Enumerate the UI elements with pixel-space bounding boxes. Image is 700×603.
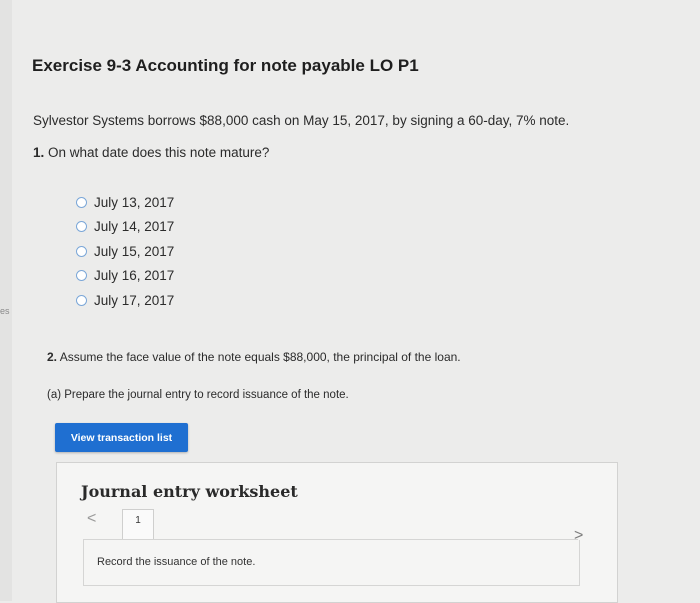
answer-option-1[interactable]: July 13, 2017 xyxy=(76,190,174,215)
exercise-title: Exercise 9-3 Accounting for note payable… xyxy=(32,56,419,75)
radio-button-icon[interactable] xyxy=(76,245,87,257)
answer-option-label: July 14, 2017 xyxy=(94,219,175,235)
worksheet-title: Journal entry worksheet xyxy=(81,482,298,501)
radio-button-icon[interactable] xyxy=(76,196,87,208)
answer-option-label: July 13, 2017 xyxy=(94,194,175,210)
question-2-text: Assume the face value of the note equals… xyxy=(59,350,461,364)
answer-option-label: July 16, 2017 xyxy=(94,268,175,284)
exercise-page: Exercise 9-3 Accounting for note payable… xyxy=(0,0,688,603)
radio-button-icon[interactable] xyxy=(76,294,87,306)
question-2-part-a: (a) Prepare the journal entry to record … xyxy=(47,389,349,401)
answer-option-label: July 15, 2017 xyxy=(94,243,175,259)
worksheet-instruction-box: Record the issuance of the note. xyxy=(83,540,580,586)
question-2: 2. Assume the face value of the note equ… xyxy=(47,350,461,364)
problem-statement: Sylvestor Systems borrows $88,000 cash o… xyxy=(33,113,570,128)
chevron-left-icon[interactable]: < xyxy=(87,510,96,528)
worksheet-tab-1[interactable]: 1 xyxy=(122,509,154,540)
question-2-number: 2. xyxy=(47,350,58,364)
journal-entry-worksheet: Journal entry worksheet < 1 > Record the… xyxy=(56,462,618,603)
answer-option-3[interactable]: July 15, 2017 xyxy=(76,239,174,264)
question-1-text: On what date does this note mature? xyxy=(48,145,270,160)
answer-option-4[interactable]: July 16, 2017 xyxy=(76,264,174,289)
radio-button-icon[interactable] xyxy=(76,221,87,233)
worksheet-instruction: Record the issuance of the note. xyxy=(97,556,256,568)
answer-option-label: July 17, 2017 xyxy=(94,292,175,308)
answer-option-5[interactable]: July 17, 2017 xyxy=(76,288,174,313)
question-1: 1. On what date does this note mature? xyxy=(33,145,269,160)
view-transaction-list-button[interactable]: View transaction list xyxy=(55,423,188,452)
answer-option-2[interactable]: July 14, 2017 xyxy=(76,215,174,240)
question-1-number: 1. xyxy=(33,145,45,160)
radio-button-icon[interactable] xyxy=(76,270,87,282)
answer-options: July 13, 2017 July 14, 2017 July 15, 201… xyxy=(76,190,174,313)
